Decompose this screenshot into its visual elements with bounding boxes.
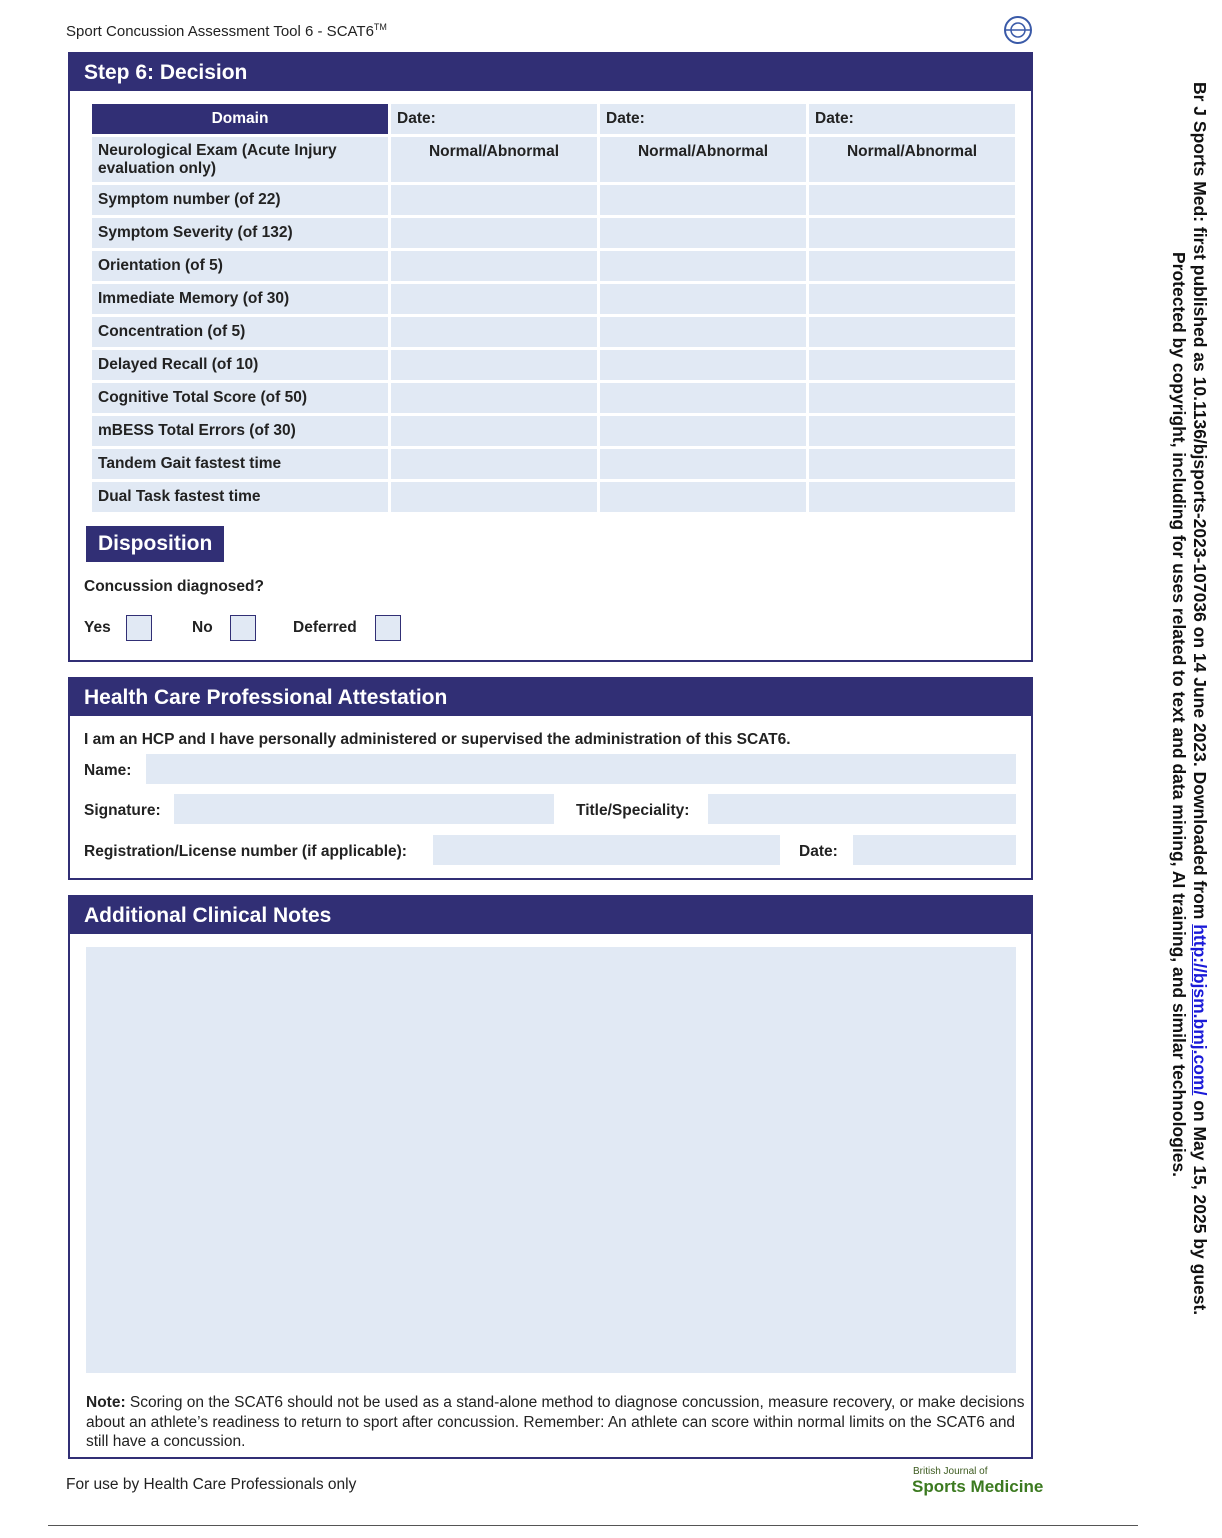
score-cell[interactable] xyxy=(600,449,806,479)
domain-label: Tandem Gait fastest time xyxy=(92,449,388,479)
score-cell[interactable] xyxy=(391,251,597,281)
score-cell[interactable] xyxy=(809,416,1015,446)
score-cell[interactable]: Normal/Abnormal xyxy=(391,137,597,182)
domain-label: Symptom number (of 22) xyxy=(92,185,388,215)
crossmark-icon[interactable] xyxy=(1003,15,1033,45)
score-cell[interactable] xyxy=(809,185,1015,215)
name-field[interactable] xyxy=(146,754,1016,784)
decision-row: Symptom Severity (of 132) xyxy=(92,218,1015,248)
score-cell[interactable] xyxy=(600,482,806,512)
decision-row: Immediate Memory (of 30) xyxy=(92,284,1015,314)
hcp-use-note: For use by Health Care Professionals onl… xyxy=(66,1476,357,1493)
score-cell[interactable] xyxy=(391,350,597,380)
decision-row: Symptom number (of 22) xyxy=(92,185,1015,215)
registration-label: Registration/License number (if applicab… xyxy=(84,843,407,860)
option-deferred-checkbox[interactable] xyxy=(375,615,401,641)
journal-logo-big: Sports Medicine xyxy=(912,1477,1044,1496)
notes-panel: Additional Clinical Notes Note: Scoring … xyxy=(68,895,1033,1459)
domain-header: Domain xyxy=(92,104,388,134)
decision-row: Dual Task fastest time xyxy=(92,482,1015,512)
domain-label: Delayed Recall (of 10) xyxy=(92,350,388,380)
domain-label: Symptom Severity (of 132) xyxy=(92,218,388,248)
bjsm-link[interactable]: http://bjsm.bmj.com/ xyxy=(1190,924,1210,1095)
decision-table: Domain Date: Date: Date: Neurological Ex… xyxy=(89,101,1018,515)
score-cell[interactable] xyxy=(600,416,806,446)
score-cell[interactable] xyxy=(600,251,806,281)
domain-label: Orientation (of 5) xyxy=(92,251,388,281)
domain-label: Cognitive Total Score (of 50) xyxy=(92,383,388,413)
sidebar-line-2: Protected by copyright, including for us… xyxy=(1169,252,1189,1178)
score-cell[interactable] xyxy=(391,416,597,446)
decision-row: Cognitive Total Score (of 50) xyxy=(92,383,1015,413)
title-field[interactable] xyxy=(708,794,1016,824)
score-cell[interactable] xyxy=(809,449,1015,479)
decision-row: Delayed Recall (of 10) xyxy=(92,350,1015,380)
scoring-note: Note: Scoring on the SCAT6 should not be… xyxy=(86,1394,1025,1450)
score-cell[interactable] xyxy=(391,317,597,347)
notes-title: Additional Clinical Notes xyxy=(70,897,1031,934)
sidebar-line-1: Br J Sports Med: first published as 10.1… xyxy=(1190,82,1210,1316)
score-cell[interactable] xyxy=(809,350,1015,380)
attestation-title: Health Care Professional Attestation xyxy=(70,679,1031,716)
domain-label: Neurological Exam (Acute Injury evaluati… xyxy=(92,137,388,182)
domain-label: mBESS Total Errors (of 30) xyxy=(92,416,388,446)
option-no-checkbox[interactable] xyxy=(230,615,256,641)
domain-label: Immediate Memory (of 30) xyxy=(92,284,388,314)
score-cell[interactable] xyxy=(391,284,597,314)
score-cell[interactable]: Normal/Abnormal xyxy=(600,137,806,182)
bottom-divider xyxy=(48,1525,1138,1526)
score-cell[interactable] xyxy=(391,482,597,512)
score-cell[interactable] xyxy=(600,317,806,347)
attestation-statement: I am an HCP and I have personally admini… xyxy=(84,731,791,748)
date-header-2[interactable]: Date: xyxy=(600,104,806,134)
domain-label: Dual Task fastest time xyxy=(92,482,388,512)
signature-field[interactable] xyxy=(174,794,554,824)
score-cell[interactable] xyxy=(809,251,1015,281)
registration-field[interactable] xyxy=(433,835,780,865)
option-no-label: No xyxy=(192,619,213,636)
disposition-title: Disposition xyxy=(86,526,225,562)
concussion-question: Concussion diagnosed? xyxy=(84,578,264,595)
date-header-1[interactable]: Date: xyxy=(391,104,597,134)
attestation-panel: Health Care Professional Attestation I a… xyxy=(68,677,1033,880)
score-cell[interactable] xyxy=(600,350,806,380)
score-cell[interactable] xyxy=(809,482,1015,512)
attestation-date-label: Date: xyxy=(799,843,838,860)
score-cell[interactable] xyxy=(391,383,597,413)
domain-label: Concentration (of 5) xyxy=(92,317,388,347)
decision-row: Tandem Gait fastest time xyxy=(92,449,1015,479)
signature-label: Signature: xyxy=(84,802,161,819)
score-cell[interactable] xyxy=(809,317,1015,347)
decision-row: Concentration (of 5) xyxy=(92,317,1015,347)
decision-row: Neurological Exam (Acute Injury evaluati… xyxy=(92,137,1015,182)
title-label: Title/Speciality: xyxy=(576,802,690,819)
copyright-sidebar: Br J Sports Med: first published as 10.1… xyxy=(1166,82,1210,1442)
option-deferred-label: Deferred xyxy=(293,619,357,636)
trademark: TM xyxy=(373,22,387,32)
score-cell[interactable] xyxy=(809,383,1015,413)
notes-textarea[interactable] xyxy=(86,947,1016,1373)
score-cell[interactable] xyxy=(391,185,597,215)
score-cell[interactable] xyxy=(391,449,597,479)
decision-title: Step 6: Decision xyxy=(70,54,1031,91)
date-header-3[interactable]: Date: xyxy=(809,104,1015,134)
name-label: Name: xyxy=(84,762,132,779)
decision-panel: Step 6: Decision Domain Date: Date: Date… xyxy=(68,52,1033,662)
score-cell[interactable] xyxy=(809,284,1015,314)
decision-row: Orientation (of 5) xyxy=(92,251,1015,281)
option-yes-label: Yes xyxy=(84,619,111,636)
decision-row: mBESS Total Errors (of 30) xyxy=(92,416,1015,446)
score-cell[interactable] xyxy=(600,185,806,215)
score-cell[interactable]: Normal/Abnormal xyxy=(809,137,1015,182)
score-cell[interactable] xyxy=(600,383,806,413)
score-cell[interactable] xyxy=(391,218,597,248)
score-cell[interactable] xyxy=(809,218,1015,248)
score-cell[interactable] xyxy=(600,284,806,314)
option-yes-checkbox[interactable] xyxy=(126,615,152,641)
document-title: Sport Concussion Assessment Tool 6 - SCA… xyxy=(66,22,387,40)
journal-logo-small: British Journal of xyxy=(913,1466,988,1477)
attestation-date-field[interactable] xyxy=(853,835,1016,865)
score-cell[interactable] xyxy=(600,218,806,248)
